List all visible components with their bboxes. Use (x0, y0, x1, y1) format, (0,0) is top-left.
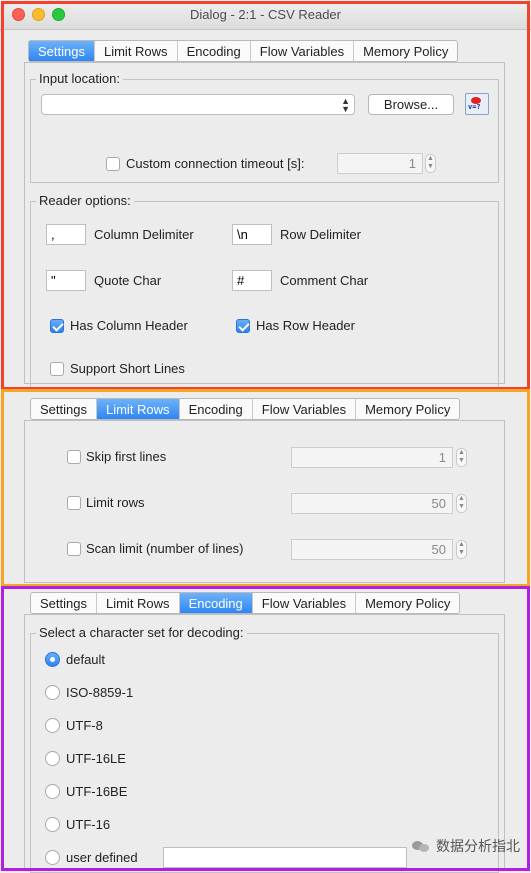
support-short-lines-label: Support Short Lines (70, 361, 185, 376)
tab-flow-variables[interactable]: Flow Variables (253, 399, 357, 419)
tab-flow-variables[interactable]: Flow Variables (251, 41, 355, 61)
reader-options-group: Reader options: Column Delimiter Row Del… (30, 193, 499, 391)
tab-memory-policy[interactable]: Memory Policy (354, 41, 457, 61)
limit-rows-label: Limit rows (86, 495, 145, 510)
flow-variable-icon[interactable]: v=? (465, 93, 489, 115)
quote-char-label: Quote Char (94, 273, 162, 288)
comment-char-input[interactable] (232, 270, 272, 291)
charset-label-utf-16: UTF-16 (66, 817, 111, 832)
window-title: Dialog - 2:1 - CSV Reader (189, 7, 341, 22)
tab-bar-encoding-section: Settings Limit Rows Encoding Flow Variab… (30, 592, 461, 614)
tab-settings[interactable]: Settings (31, 399, 97, 419)
tab-limit-rows[interactable]: Limit Rows (97, 593, 180, 613)
wechat-icon (412, 839, 430, 853)
input-location-combo[interactable]: ▲ ▼ (41, 94, 355, 115)
limit-rows-panel: Skip first lines 1 ▲ ▼ Limit rows 50 ▲ ▼ S… (24, 420, 505, 583)
quote-char-input[interactable] (46, 270, 86, 291)
watermark-text: 数据分析指北 (436, 838, 520, 854)
watermark: 数据分析指北 (412, 836, 520, 856)
scan-limit-spinner[interactable]: 50 (291, 539, 453, 560)
column-delimiter-input[interactable] (46, 224, 86, 245)
spinner-arrows-icon[interactable]: ▲ ▼ (456, 448, 467, 467)
flow-variable-glyph: v=? (468, 103, 481, 111)
skip-first-lines-checkbox[interactable] (67, 450, 81, 464)
charset-label-utf-16le: UTF-16LE (66, 751, 126, 766)
row-delimiter-input[interactable] (232, 224, 272, 245)
scan-limit-label: Scan limit (number of lines) (86, 541, 244, 556)
charset-radio-iso-8859-1[interactable] (45, 685, 60, 700)
limit-rows-spinner[interactable]: 50 (291, 493, 453, 514)
row-delimiter-label: Row Delimiter (280, 227, 361, 242)
tab-settings[interactable]: Settings (29, 41, 95, 61)
custom-timeout-label: Custom connection timeout [s]: (126, 156, 305, 171)
charset-radio-utf-16[interactable] (45, 817, 60, 832)
tab-flow-variables[interactable]: Flow Variables (253, 593, 357, 613)
charset-label-user-defined: user defined (66, 850, 138, 865)
tab-encoding[interactable]: Encoding (179, 593, 253, 613)
tab-encoding[interactable]: Encoding (180, 399, 253, 419)
input-location-title: Input location: (36, 71, 123, 86)
skip-first-lines-spinner[interactable]: 1 (291, 447, 453, 468)
tab-limit-rows[interactable]: Limit Rows (96, 399, 180, 419)
charset-radio-utf-16le[interactable] (45, 751, 60, 766)
has-row-header-checkbox[interactable] (236, 319, 250, 333)
window-titlebar: Dialog - 2:1 - CSV Reader (0, 0, 531, 30)
spinner-arrows-icon[interactable]: ▲ ▼ (456, 494, 467, 513)
encoding-panel: Select a character set for decoding: def… (24, 614, 505, 873)
charset-radio-utf-8[interactable] (45, 718, 60, 733)
user-defined-charset-input[interactable] (163, 847, 407, 868)
timeout-spinner[interactable]: 1 (337, 153, 423, 174)
skip-first-lines-label: Skip first lines (86, 449, 167, 464)
tab-bar-settings-section: Settings Limit Rows Encoding Flow Variab… (28, 40, 459, 62)
charset-label-utf-8: UTF-8 (66, 718, 103, 733)
tab-encoding[interactable]: Encoding (178, 41, 251, 61)
charset-label-utf-16be: UTF-16BE (66, 784, 128, 799)
spinner-arrows-icon[interactable]: ▲ ▼ (425, 154, 436, 173)
comment-char-label: Comment Char (280, 273, 369, 288)
has-column-header-checkbox[interactable] (50, 319, 64, 333)
spinner-arrows-icon[interactable]: ▲ ▼ (456, 540, 467, 559)
charset-radio-utf-16be[interactable] (45, 784, 60, 799)
charset-radio-default[interactable] (45, 652, 60, 667)
reader-options-title: Reader options: (36, 193, 134, 208)
browse-button[interactable]: Browse... (368, 94, 454, 115)
settings-panel: Input location: ▲ ▼ Browse... v=? Custom … (24, 62, 505, 391)
chevron-updown-icon: ▲ ▼ (341, 96, 350, 114)
tab-settings[interactable]: Settings (31, 593, 97, 613)
support-short-lines-checkbox[interactable] (50, 362, 64, 376)
charset-radio-user-defined[interactable] (45, 850, 60, 865)
has-row-header-label: Has Row Header (256, 318, 355, 333)
input-location-group: Input location: ▲ ▼ Browse... v=? Custom … (30, 71, 499, 183)
tab-limit-rows[interactable]: Limit Rows (95, 41, 178, 61)
charset-label-iso-8859-1: ISO-8859-1 (66, 685, 134, 700)
limit-rows-checkbox[interactable] (67, 496, 81, 510)
charset-group-title: Select a character set for decoding: (36, 625, 247, 640)
column-delimiter-label: Column Delimiter (94, 227, 194, 242)
has-column-header-label: Has Column Header (70, 318, 188, 333)
charset-label-default: default (66, 652, 106, 667)
scan-limit-checkbox[interactable] (67, 542, 81, 556)
tab-memory-policy[interactable]: Memory Policy (356, 593, 459, 613)
tab-memory-policy[interactable]: Memory Policy (356, 399, 459, 419)
custom-timeout-checkbox[interactable] (106, 157, 120, 171)
tab-bar-limit-rows-section: Settings Limit Rows Encoding Flow Variab… (30, 398, 461, 420)
